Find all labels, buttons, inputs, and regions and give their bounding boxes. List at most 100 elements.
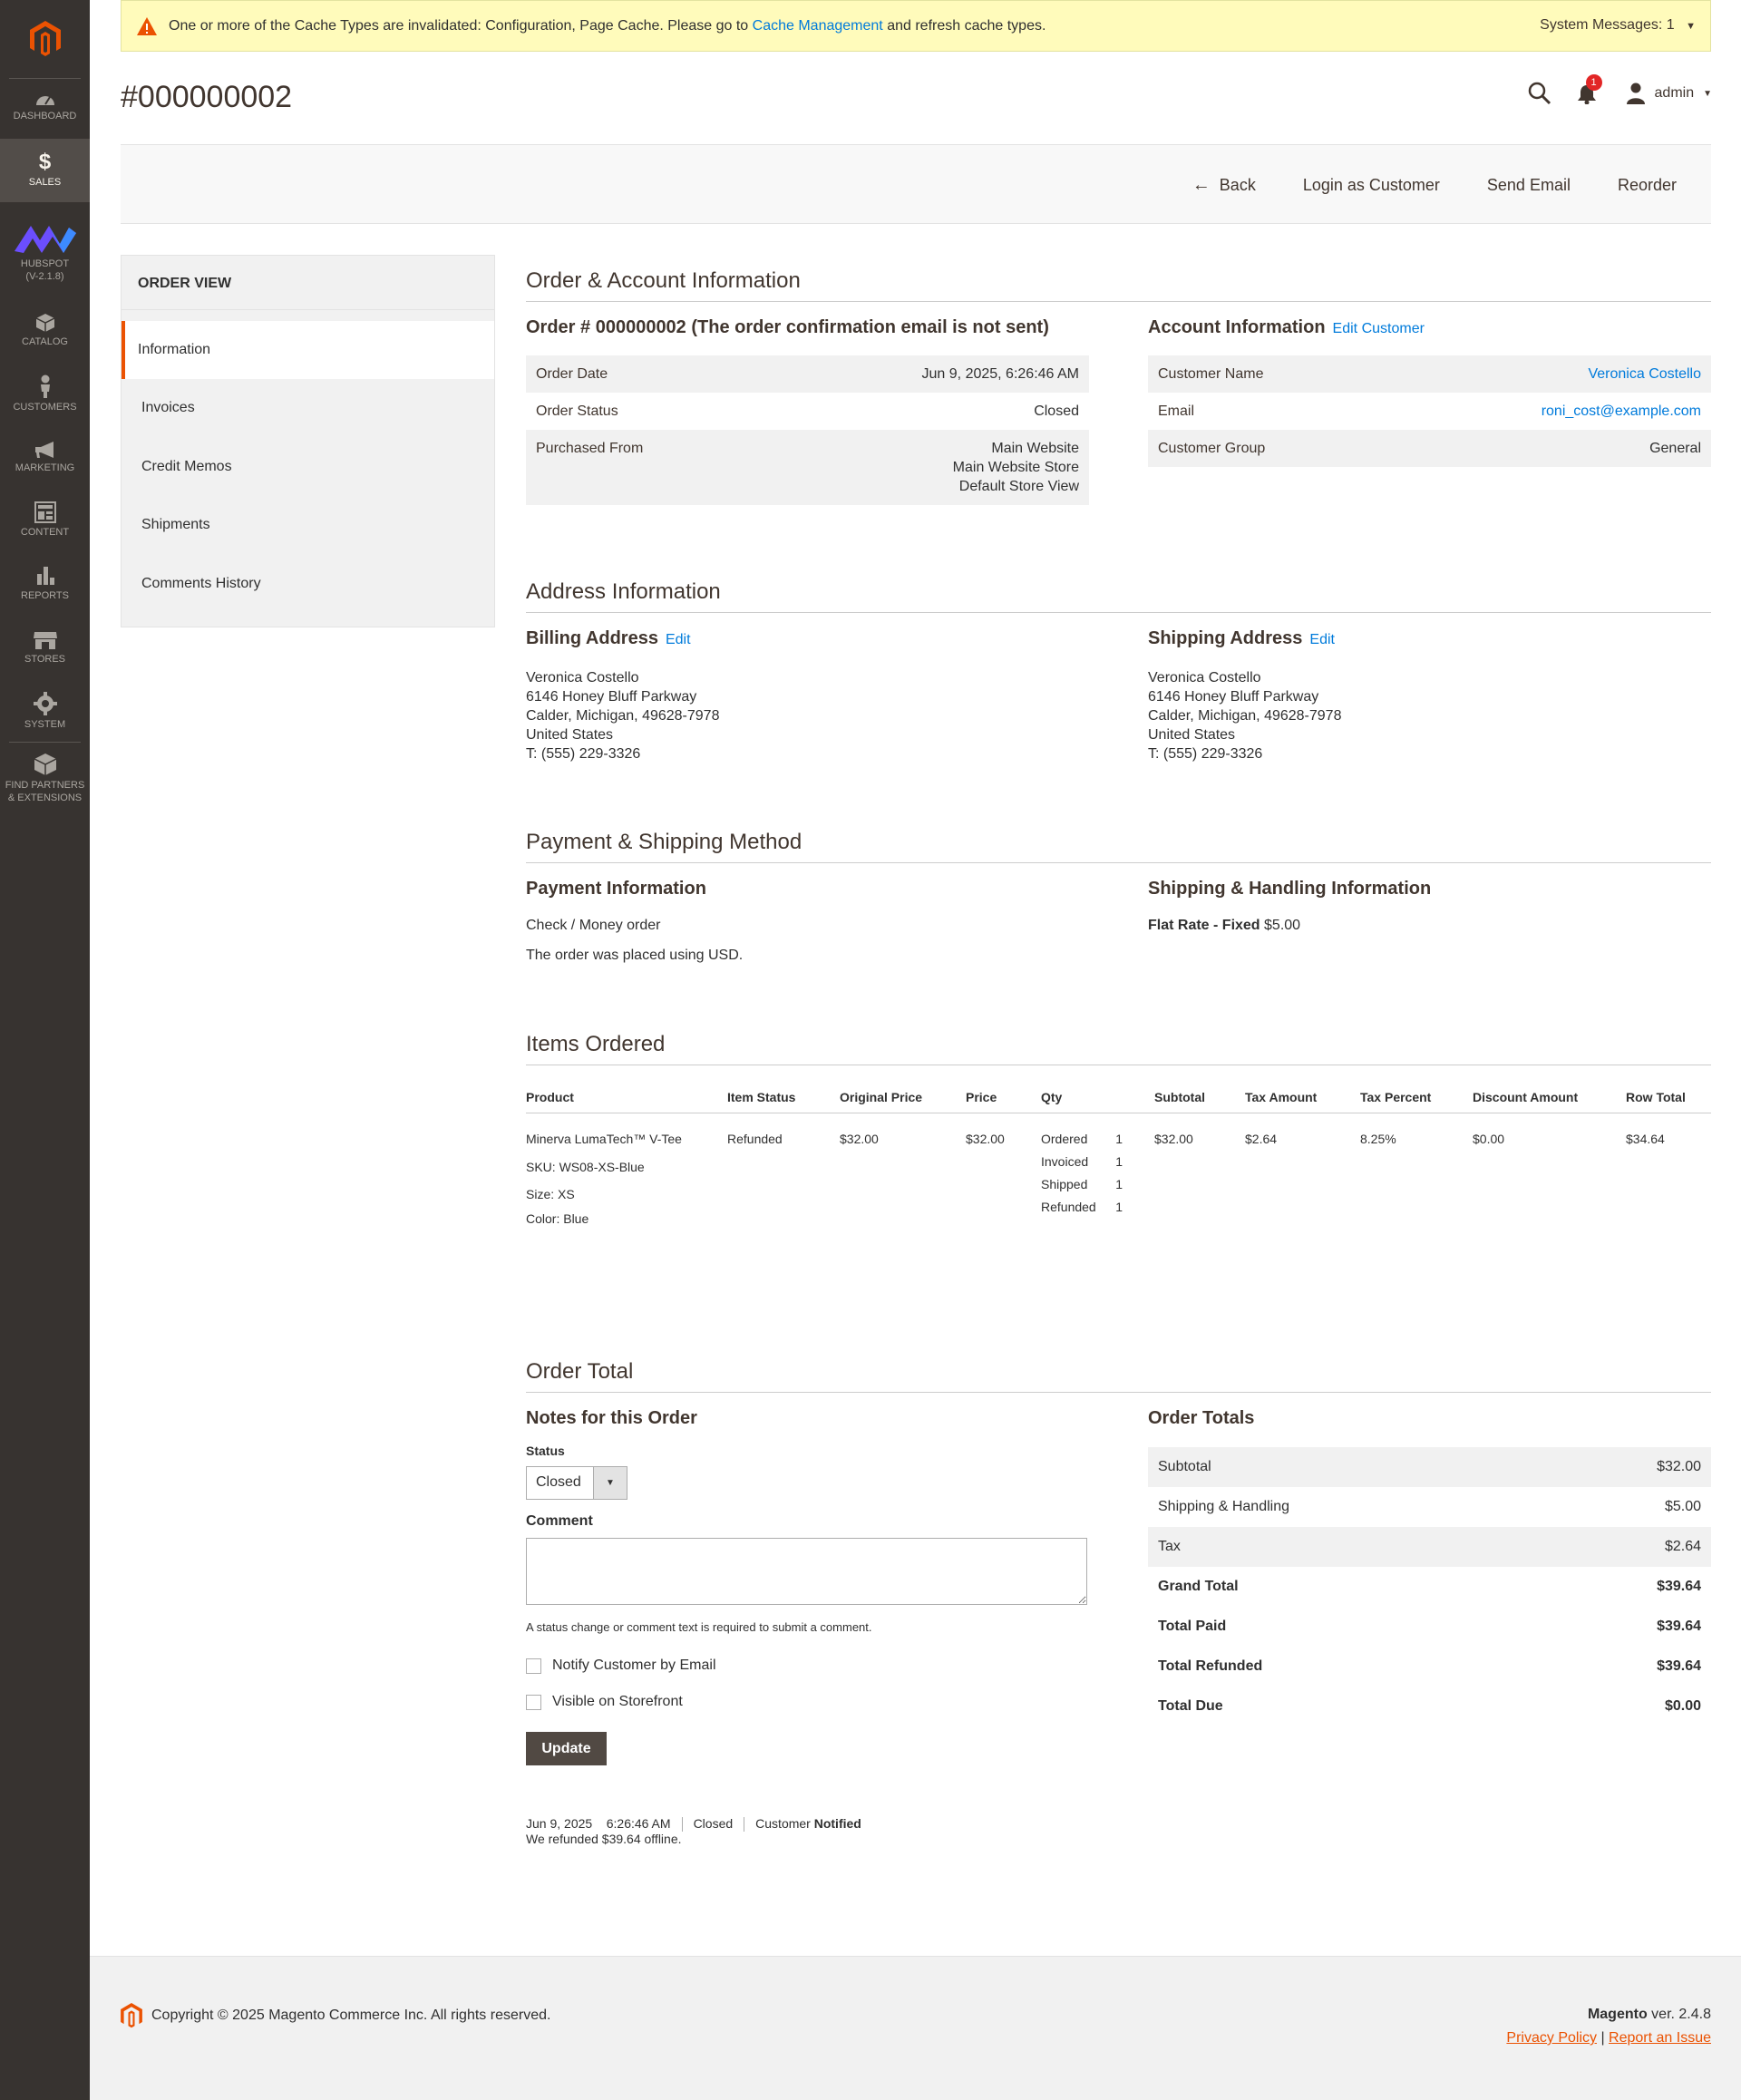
sidebar-item-customers[interactable]: CUSTOMERS [0,374,90,415]
store-icon [33,632,57,649]
edit-billing-link[interactable]: Edit [666,632,691,647]
status-select[interactable]: Closed ▼ [526,1466,627,1500]
address-line: T: (555) 229-3326 [1148,746,1263,762]
order-title: Order # 000000002 (The order confirmatio… [526,317,1049,337]
shipping-info-title: Shipping & Handling Information [1148,879,1432,899]
dollar-icon: $ [38,150,52,174]
sidebar-item-catalog[interactable]: CATALOG [0,313,90,354]
back-label: Back [1219,175,1256,194]
sidebar-item-label: STORES [24,654,66,665]
qty-value: 1 [1115,1200,1123,1214]
sidebar-item-find-partners[interactable]: FIND PARTNERS & EXTENSIONS [0,753,90,807]
shipping-method-name: Flat Rate - Fixed [1148,918,1260,933]
tax-amount: $2.64 [1245,1132,1278,1146]
sidebar-item-content[interactable]: CONTENT [0,501,90,542]
shipping-address-title-text: Shipping Address [1148,628,1303,648]
dashboard-icon [35,96,54,105]
shipping-address: Veronica Costello 6146 Honey Bluff Parkw… [1148,668,1341,763]
tab-invoices[interactable]: Invoices [122,379,494,437]
tab-credit-memos[interactable]: Credit Memos [122,438,494,496]
report-issue-link[interactable]: Report an Issue [1609,2030,1711,2046]
send-email-button[interactable]: Send Email [1464,176,1594,195]
checkbox-box[interactable] [526,1694,541,1710]
sidebar-item-sales[interactable]: $ SALES [0,139,90,202]
update-button[interactable]: Update [526,1732,607,1765]
sidebar-item-system[interactable]: SYSTEM [0,692,90,733]
totals-value: $2.64 [1664,1539,1701,1554]
user-icon [1626,83,1645,104]
tab-shipments[interactable]: Shipments [122,496,494,554]
notes-title: Notes for this Order [526,1408,697,1428]
notifications-button[interactable]: 1 [1577,74,1602,105]
order-status-label: Order Status [536,403,618,419]
sidebar-divider [9,742,81,743]
login-as-customer-button[interactable]: Login as Customer [1279,176,1464,195]
back-button[interactable]: ← Back [1169,175,1279,196]
qty-value: 1 [1115,1154,1123,1169]
email-label: Email [1158,403,1195,419]
totals-value: $39.64 [1657,1658,1701,1674]
sidebar-item-stores[interactable]: STORES [0,630,90,671]
edit-customer-link[interactable]: Edit Customer [1333,321,1425,336]
sidebar-item-label: SYSTEM [24,719,66,730]
qty-value: 1 [1115,1177,1123,1191]
address-line: Veronica Costello [526,670,639,685]
search-icon[interactable] [1528,82,1551,105]
sidebar-item-marketing[interactable]: MARKETING [0,441,90,481]
sidebar-item-hubspot[interactable]: HUBSPOT (V-2.1.8) [0,222,90,295]
sidebar-item-label: HUBSPOT [20,258,70,269]
cache-management-link[interactable]: Cache Management [753,18,883,34]
message-text: One or more of the Cache Types are inval… [169,18,1046,34]
totals-label: Total Paid [1158,1619,1227,1634]
arrow-left-icon: ← [1191,174,1211,195]
address-line: 6146 Honey Bluff Parkway [1148,689,1319,705]
product-color: Color: Blue [526,1211,589,1226]
shipping-address-title: Shipping Address Edit [1148,628,1335,649]
order-date-label: Order Date [536,366,608,382]
sidebar-item-label-2: & EXTENSIONS [7,792,83,803]
history-notified: Notified [813,1816,861,1831]
system-messages-toggle[interactable]: System Messages: 1 ▼ [1540,17,1696,34]
shipping-method: Flat Rate - Fixed $5.00 [1148,918,1300,934]
gear-icon [33,692,57,715]
reorder-button[interactable]: Reorder [1594,176,1700,195]
address-line: Veronica Costello [1148,670,1261,685]
privacy-policy-link[interactable]: Privacy Policy [1506,2030,1597,2046]
customer-name-link[interactable]: Veronica Costello [1588,366,1701,382]
qty-label: Refunded [1041,1200,1096,1214]
notify-customer-checkbox[interactable]: Notify Customer by Email [526,1658,716,1674]
visible-on-storefront-checkbox[interactable]: Visible on Storefront [526,1694,683,1710]
tab-comments-history[interactable]: Comments History [122,555,494,613]
copyright: Copyright © 2025 Magento Commerce Inc. A… [121,2003,550,2028]
tab-information[interactable]: Information [122,321,494,379]
qty-label: Ordered [1041,1132,1088,1146]
checkbox-box[interactable] [526,1658,541,1674]
original-price: $32.00 [840,1132,879,1146]
box-icon [35,314,54,332]
system-message-bar: One or more of the Cache Types are inval… [121,0,1711,52]
col-qty: Qty [1041,1090,1063,1104]
email-link[interactable]: roni_cost@example.com [1542,403,1701,419]
sidebar-item-dashboard[interactable]: DASHBOARD [0,91,90,131]
magento-logo[interactable] [0,0,90,78]
layout-icon [34,501,56,523]
admin-user-menu[interactable]: admin ▼ [1626,83,1712,104]
comment-textarea[interactable] [526,1538,1087,1605]
sidebar-item-label: CUSTOMERS [13,402,77,413]
copyright-text: Copyright © 2025 Magento Commerce Inc. A… [151,2008,551,2023]
header-actions: 1 admin ▼ [1528,74,1712,105]
magento-logo-icon [29,21,61,56]
edit-shipping-link[interactable]: Edit [1309,632,1335,647]
version-number: ver. 2.4.8 [1651,2007,1711,2022]
col-product: Product [526,1090,574,1104]
totals-value: $32.00 [1657,1459,1701,1474]
page-footer: Copyright © 2025 Magento Commerce Inc. A… [90,1956,1741,2100]
item-status: Refunded [727,1132,783,1146]
billing-address: Veronica Costello 6146 Honey Bluff Parkw… [526,668,719,763]
qty-label: Shipped [1041,1177,1088,1191]
sidebar-item-reports[interactable]: REPORTS [0,565,90,606]
customer-group-value: General [1649,441,1701,456]
billing-address-title: Billing Address Edit [526,628,691,649]
section-items-ordered: Items Ordered [526,1032,1711,1065]
warning-icon [137,16,157,35]
